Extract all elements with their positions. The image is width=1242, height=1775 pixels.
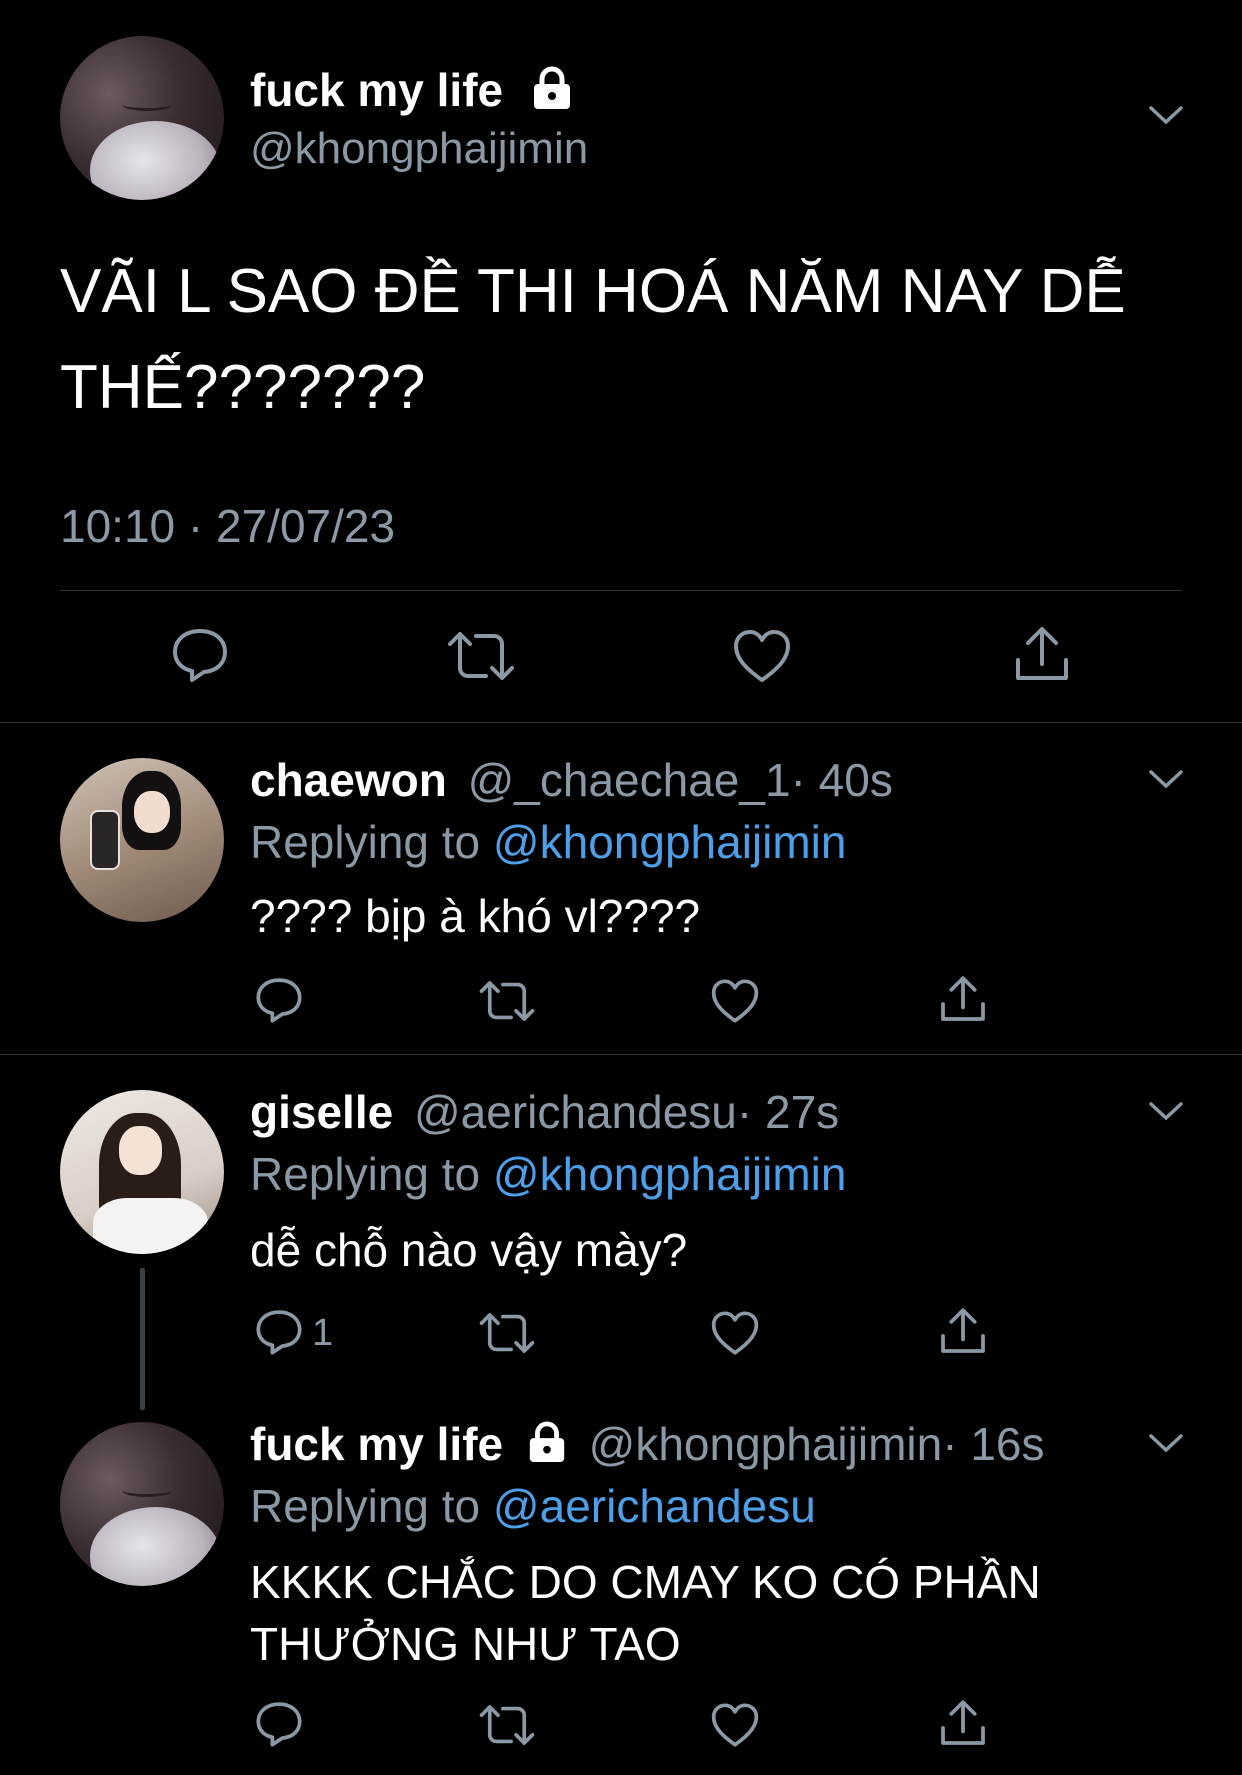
reply2-replying-line: Replying to @khongphaijimin	[250, 1146, 846, 1202]
like-icon[interactable]	[732, 628, 792, 684]
reply1-text: ???? bịp à khó vl????	[250, 890, 701, 942]
avatar-shirt	[92, 1198, 208, 1254]
reply2-header: giselle @aerichandesu· 27s	[250, 1084, 839, 1140]
avatar-eye	[122, 98, 172, 112]
share-icon[interactable]	[938, 974, 988, 1024]
chevron-down-icon[interactable]	[1148, 104, 1184, 133]
reply1-handle[interactable]: @_chaechae_1	[468, 754, 791, 806]
reply1-replying-line: Replying to @khongphaijimin	[250, 814, 846, 870]
chevron-down-icon[interactable]	[1148, 1432, 1184, 1461]
reply1-header: chaewon @_chaechae_1· 40s	[250, 752, 893, 808]
reply-icon[interactable]	[254, 1700, 304, 1748]
reply-icon[interactable]	[254, 976, 304, 1024]
reply2-time[interactable]: · 27s	[737, 1086, 839, 1138]
reply2-replying-to[interactable]: @khongphaijimin	[493, 1148, 847, 1200]
main-display-name-text: fuck my life	[250, 64, 504, 116]
avatar-face	[133, 790, 170, 834]
reply2-text: dễ chỗ nào vậy mày?	[250, 1224, 688, 1276]
main-handle[interactable]: @khongphaijimin	[250, 122, 588, 176]
retweet-icon[interactable]	[446, 628, 516, 684]
retweet-icon[interactable]	[478, 1702, 536, 1748]
lock-icon	[526, 1420, 568, 1476]
like-icon[interactable]	[710, 1310, 760, 1356]
main-tweet-text-line1: VÃI L SAO ĐỀ THI HOÁ NĂM NAY DỄ	[60, 257, 1126, 326]
share-icon[interactable]	[938, 1698, 988, 1748]
main-display-name[interactable]: fuck my life	[250, 62, 574, 123]
main-divider-bottom	[0, 722, 1242, 723]
reply2-display-name[interactable]: giselle	[250, 1086, 393, 1138]
retweet-icon[interactable]	[478, 1310, 536, 1356]
reply1-display-name[interactable]: chaewon	[250, 754, 447, 806]
retweet-icon[interactable]	[478, 978, 536, 1024]
reply3-replying-prefix: Replying to	[250, 1480, 481, 1532]
avatar-main[interactable]	[60, 36, 224, 200]
avatar-main[interactable]	[60, 1422, 224, 1586]
avatar-chaewon[interactable]	[60, 758, 224, 922]
reply2-reply-count: 1	[312, 1312, 334, 1354]
reply3-handle[interactable]: @khongphaijimin	[589, 1418, 943, 1470]
reply1-divider	[0, 1054, 1242, 1055]
like-icon[interactable]	[710, 1702, 760, 1748]
avatar-pillow	[89, 121, 221, 200]
lock-icon	[530, 65, 574, 123]
share-icon[interactable]	[1012, 624, 1072, 684]
reply3-header: fuck my life @khongphaijimin· 16s	[250, 1416, 1044, 1476]
avatar-eye	[122, 1484, 172, 1498]
reply3-display-name[interactable]: fuck my life	[250, 1418, 503, 1470]
reply3-replying-to[interactable]: @aerichandesu	[493, 1480, 816, 1532]
chevron-down-icon[interactable]	[1148, 1100, 1184, 1129]
reply-icon[interactable]	[254, 1308, 304, 1356]
reply3-text-line1: KKKK CHẮC DO CMAY KO CÓ PHẦN	[250, 1556, 1041, 1608]
reply1-time[interactable]: · 40s	[791, 754, 893, 806]
avatar-giselle[interactable]	[60, 1090, 224, 1254]
like-icon[interactable]	[710, 978, 760, 1024]
reply-icon[interactable]	[170, 626, 230, 684]
avatar-phone	[89, 810, 120, 871]
reply3-time[interactable]: · 16s	[942, 1418, 1044, 1470]
avatar-pillow	[89, 1507, 221, 1586]
reply3-replying-line: Replying to @aerichandesu	[250, 1478, 816, 1534]
reply2-replying-prefix: Replying to	[250, 1148, 481, 1200]
reply3-text-line2: THƯỞNG NHƯ TAO	[250, 1618, 681, 1670]
reply1-replying-prefix: Replying to	[250, 816, 481, 868]
share-icon[interactable]	[938, 1306, 988, 1356]
main-timestamp[interactable]: 10:10 · 27/07/23	[60, 498, 395, 554]
reply2-handle[interactable]: @aerichandesu	[414, 1086, 737, 1138]
reply1-replying-to[interactable]: @khongphaijimin	[493, 816, 847, 868]
main-divider-top	[60, 590, 1182, 591]
main-tweet-text-line2: THẾ???????	[60, 353, 426, 422]
thread-line	[140, 1268, 145, 1410]
chevron-down-icon[interactable]	[1148, 768, 1184, 797]
avatar-face	[119, 1126, 162, 1176]
